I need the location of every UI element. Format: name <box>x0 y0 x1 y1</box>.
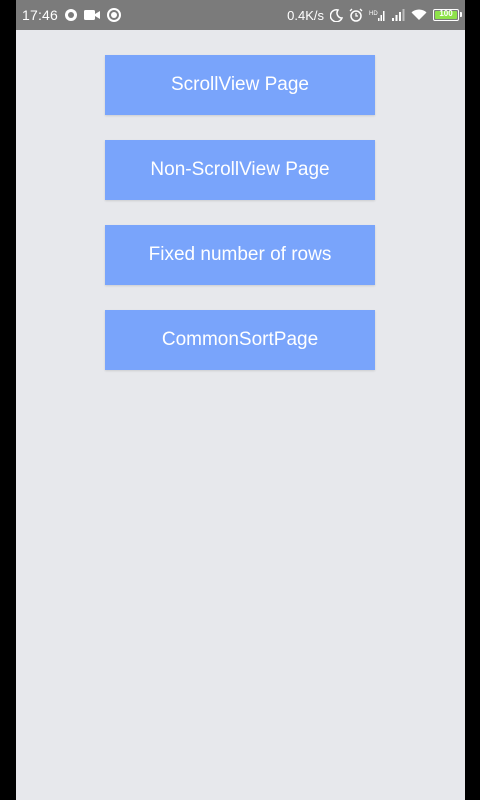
alarm-clock-icon <box>349 8 363 22</box>
battery-tip <box>460 12 462 17</box>
non-scrollview-page-button[interactable]: Non-ScrollView Page <box>105 140 375 200</box>
record-circle-icon <box>107 8 122 22</box>
svg-text:HD: HD <box>369 11 378 17</box>
cellular-signal-2-icon <box>391 8 405 22</box>
status-time: 17:46 <box>22 7 59 23</box>
wifi-icon <box>411 9 427 21</box>
battery-level: 100 <box>439 9 453 18</box>
main-content: ScrollView Page Non-ScrollView Page Fixe… <box>16 30 465 800</box>
status-bar: 17:46 0.4K/s HD 100 <box>16 0 465 30</box>
battery-icon: 100 <box>433 9 462 21</box>
circle-notification-icon <box>64 8 78 22</box>
fixed-number-of-rows-button[interactable]: Fixed number of rows <box>105 225 375 285</box>
scrollview-page-button[interactable]: ScrollView Page <box>105 55 375 115</box>
cellular-signal-1-icon: HD <box>369 9 385 22</box>
network-speed: 0.4K/s <box>287 7 324 23</box>
video-camera-icon <box>84 9 101 21</box>
do-not-disturb-icon <box>330 8 343 22</box>
status-right: 0.4K/s HD 100 <box>287 0 462 30</box>
status-left: 17:46 <box>22 0 122 30</box>
common-sort-page-button[interactable]: CommonSortPage <box>105 310 375 370</box>
app-screen: 17:46 0.4K/s HD 100 ScrollView Page Non-… <box>0 0 480 800</box>
